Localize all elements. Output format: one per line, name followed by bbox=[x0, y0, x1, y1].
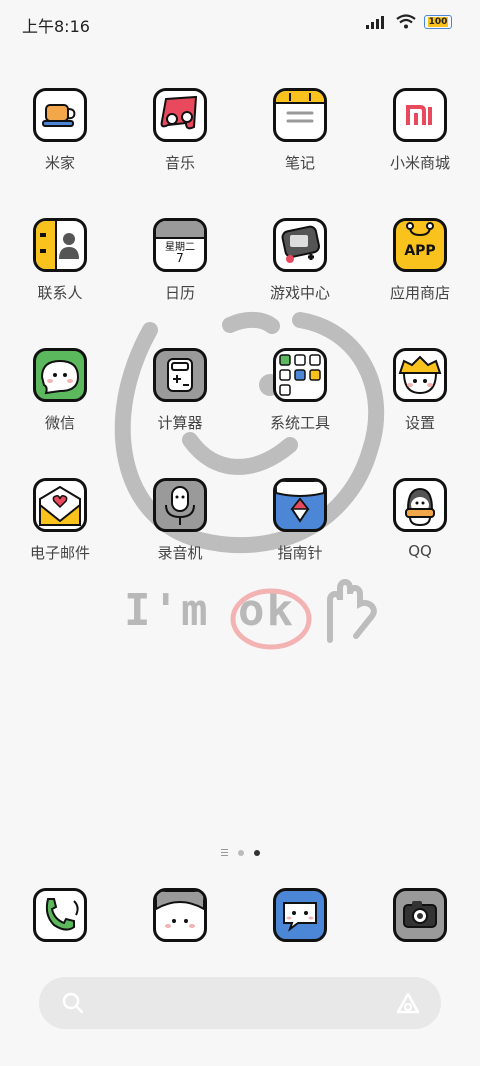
wifi-icon bbox=[396, 14, 416, 29]
app-calculator[interactable]: 计算器 bbox=[120, 348, 240, 478]
email-icon bbox=[33, 478, 87, 532]
app-label: 指南针 bbox=[277, 544, 323, 562]
app-label: 计算器 bbox=[157, 414, 203, 432]
app-wechat[interactable]: 微信 bbox=[0, 348, 120, 478]
assistant-icon[interactable] bbox=[395, 991, 421, 1015]
signal-icon bbox=[366, 15, 384, 29]
mi-store-icon bbox=[393, 88, 447, 142]
compass-icon bbox=[273, 478, 327, 532]
app-recorder[interactable]: 录音机 bbox=[120, 478, 240, 608]
calendar-icon: 星期二 7 bbox=[153, 218, 207, 272]
app-mijia[interactable]: 米家 bbox=[0, 88, 120, 218]
dock-phone[interactable] bbox=[0, 888, 120, 942]
app-label: 游戏中心 bbox=[269, 284, 330, 302]
app-label: 米家 bbox=[44, 154, 75, 172]
menu-icon[interactable] bbox=[220, 849, 228, 856]
page-dot-active[interactable] bbox=[253, 849, 260, 856]
search-bar[interactable] bbox=[39, 977, 441, 1029]
app-store-icon: APP bbox=[393, 218, 447, 272]
app-label: 系统工具 bbox=[269, 414, 330, 432]
dock bbox=[0, 888, 480, 942]
app-label: 设置 bbox=[404, 414, 435, 432]
settings-icon bbox=[393, 348, 447, 402]
calculator-icon bbox=[153, 348, 207, 402]
music-icon bbox=[153, 88, 207, 142]
face-icon bbox=[153, 888, 207, 942]
dock-messages[interactable] bbox=[120, 888, 240, 942]
mijia-icon bbox=[33, 88, 87, 142]
app-settings[interactable]: 设置 bbox=[360, 348, 480, 478]
search-input[interactable] bbox=[95, 989, 379, 1019]
wechat-icon bbox=[33, 348, 87, 402]
qq-icon bbox=[393, 478, 447, 532]
notes-icon bbox=[273, 88, 327, 142]
status-bar: 上午8:16 100 bbox=[0, 0, 480, 44]
dock-sms[interactable] bbox=[240, 888, 360, 942]
app-compass[interactable]: 指南针 bbox=[240, 478, 360, 608]
search-icon[interactable] bbox=[61, 991, 85, 1015]
app-label: 小米商城 bbox=[389, 154, 450, 172]
app-label: 音乐 bbox=[164, 154, 195, 172]
page-dot[interactable] bbox=[237, 849, 244, 856]
battery-icon: 100 bbox=[424, 14, 452, 29]
app-app-store[interactable]: APP 应用商店 bbox=[360, 218, 480, 348]
app-qq[interactable]: QQ bbox=[360, 478, 480, 608]
battery-level: 100 bbox=[427, 16, 449, 27]
app-label: 电子邮件 bbox=[29, 544, 90, 562]
page-indicator bbox=[0, 849, 480, 856]
app-system-tools-folder[interactable]: 系统工具 bbox=[240, 348, 360, 478]
app-label: 日历 bbox=[164, 284, 195, 302]
app-label: 联系人 bbox=[37, 284, 83, 302]
phone-icon bbox=[33, 888, 87, 942]
app-mi-store[interactable]: 小米商城 bbox=[360, 88, 480, 218]
app-store-badge: APP bbox=[404, 243, 436, 259]
game-center-icon bbox=[273, 218, 327, 272]
app-email[interactable]: 电子邮件 bbox=[0, 478, 120, 608]
recorder-icon bbox=[153, 478, 207, 532]
calendar-date: 7 bbox=[176, 251, 184, 265]
app-notes[interactable]: 笔记 bbox=[240, 88, 360, 218]
system-tools-folder-icon bbox=[273, 348, 327, 402]
contacts-icon bbox=[33, 218, 87, 272]
message-bubble-icon bbox=[273, 888, 327, 942]
app-label: 微信 bbox=[44, 414, 75, 432]
app-grid: 米家 音乐 笔记 小米商城 联系人 星期二 7 日历 游戏中心 APP 应用商店… bbox=[0, 88, 480, 608]
app-music[interactable]: 音乐 bbox=[120, 88, 240, 218]
camera-icon bbox=[393, 888, 447, 942]
app-label: QQ bbox=[408, 542, 432, 560]
app-game-center[interactable]: 游戏中心 bbox=[240, 218, 360, 348]
app-calendar[interactable]: 星期二 7 日历 bbox=[120, 218, 240, 348]
dock-camera[interactable] bbox=[360, 888, 480, 942]
app-contacts[interactable]: 联系人 bbox=[0, 218, 120, 348]
app-label: 笔记 bbox=[284, 154, 315, 172]
app-label: 应用商店 bbox=[389, 284, 450, 302]
status-time: 上午8:16 bbox=[22, 17, 90, 36]
app-label: 录音机 bbox=[157, 544, 203, 562]
